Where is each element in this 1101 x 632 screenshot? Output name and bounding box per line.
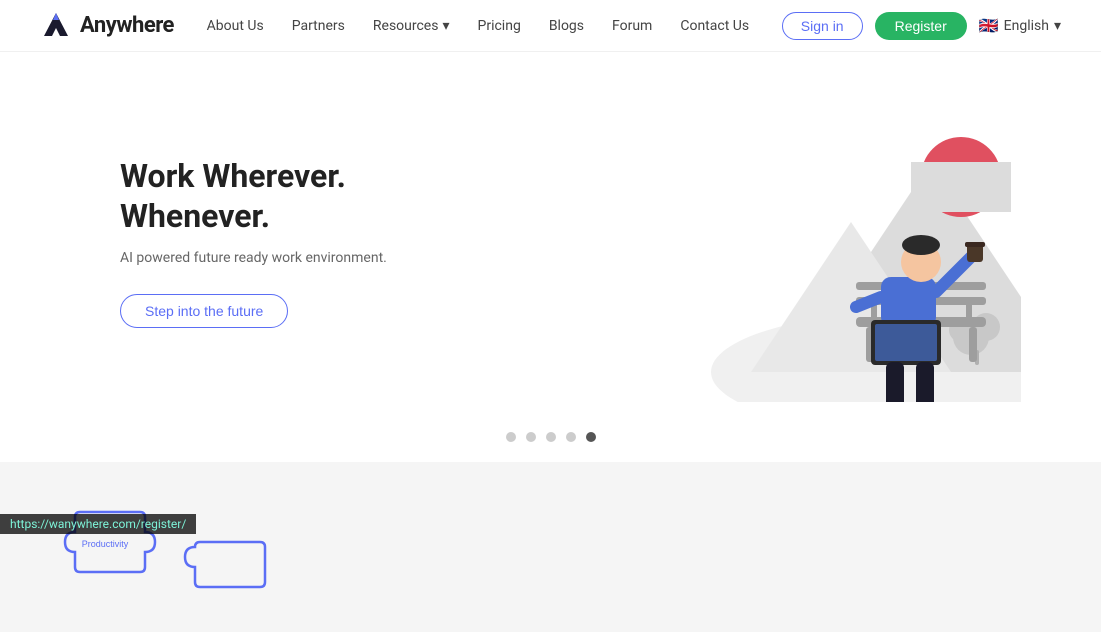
hero-section: Work Wherever. Whenever. AI powered futu…	[0, 52, 1101, 422]
brand-name: Anywhere	[80, 13, 174, 38]
nav-blogs[interactable]: Blogs	[549, 18, 584, 34]
puzzle-label: Productivity	[82, 539, 129, 549]
logo-icon	[40, 10, 72, 42]
hero-illustration-svg	[571, 82, 1021, 402]
carousel-dot-1[interactable]	[506, 432, 516, 442]
puzzle-svg: Productivity	[60, 492, 310, 602]
signin-button[interactable]: Sign in	[782, 12, 863, 40]
register-button[interactable]: Register	[875, 12, 967, 40]
nav-pricing[interactable]: Pricing	[478, 18, 521, 34]
language-selector[interactable]: 🇬🇧 English ▾	[979, 16, 1061, 35]
language-label: English	[1004, 18, 1049, 34]
nav-resources[interactable]: Resources ▾	[373, 18, 450, 34]
flag-icon: 🇬🇧	[979, 16, 999, 35]
carousel-dot-5[interactable]	[586, 432, 596, 442]
nav-links: About Us Partners Resources ▾ Pricing Bl…	[207, 18, 749, 34]
hero-content: Work Wherever. Whenever. AI powered futu…	[120, 156, 500, 328]
puzzle-area: Productivity	[60, 492, 310, 602]
navbar: Anywhere About Us Partners Resources ▾ P…	[0, 0, 1101, 52]
carousel-dot-3[interactable]	[546, 432, 556, 442]
cta-button[interactable]: Step into the future	[120, 294, 288, 328]
hero-subtitle: AI powered future ready work environment…	[120, 250, 500, 266]
nav-forum[interactable]: Forum	[612, 18, 652, 34]
navbar-actions: Sign in Register 🇬🇧 English ▾	[782, 12, 1061, 40]
carousel-dot-4[interactable]	[566, 432, 576, 442]
bottom-section: Productivity	[0, 462, 1101, 632]
carousel-dots	[0, 422, 1101, 462]
nav-contact-us[interactable]: Contact Us	[680, 18, 749, 34]
nav-about-us[interactable]: About Us	[207, 18, 264, 34]
navbar-brand: Anywhere	[40, 10, 174, 42]
chevron-down-icon: ▾	[1054, 18, 1061, 34]
hero-illustration	[571, 82, 1021, 402]
status-url: https://wanywhere.com/register/	[10, 517, 186, 531]
hero-title: Work Wherever. Whenever.	[120, 156, 500, 236]
status-bar: https://wanywhere.com/register/	[0, 514, 196, 534]
nav-partners[interactable]: Partners	[292, 18, 345, 34]
carousel-dot-2[interactable]	[526, 432, 536, 442]
chevron-down-icon: ▾	[442, 18, 449, 34]
